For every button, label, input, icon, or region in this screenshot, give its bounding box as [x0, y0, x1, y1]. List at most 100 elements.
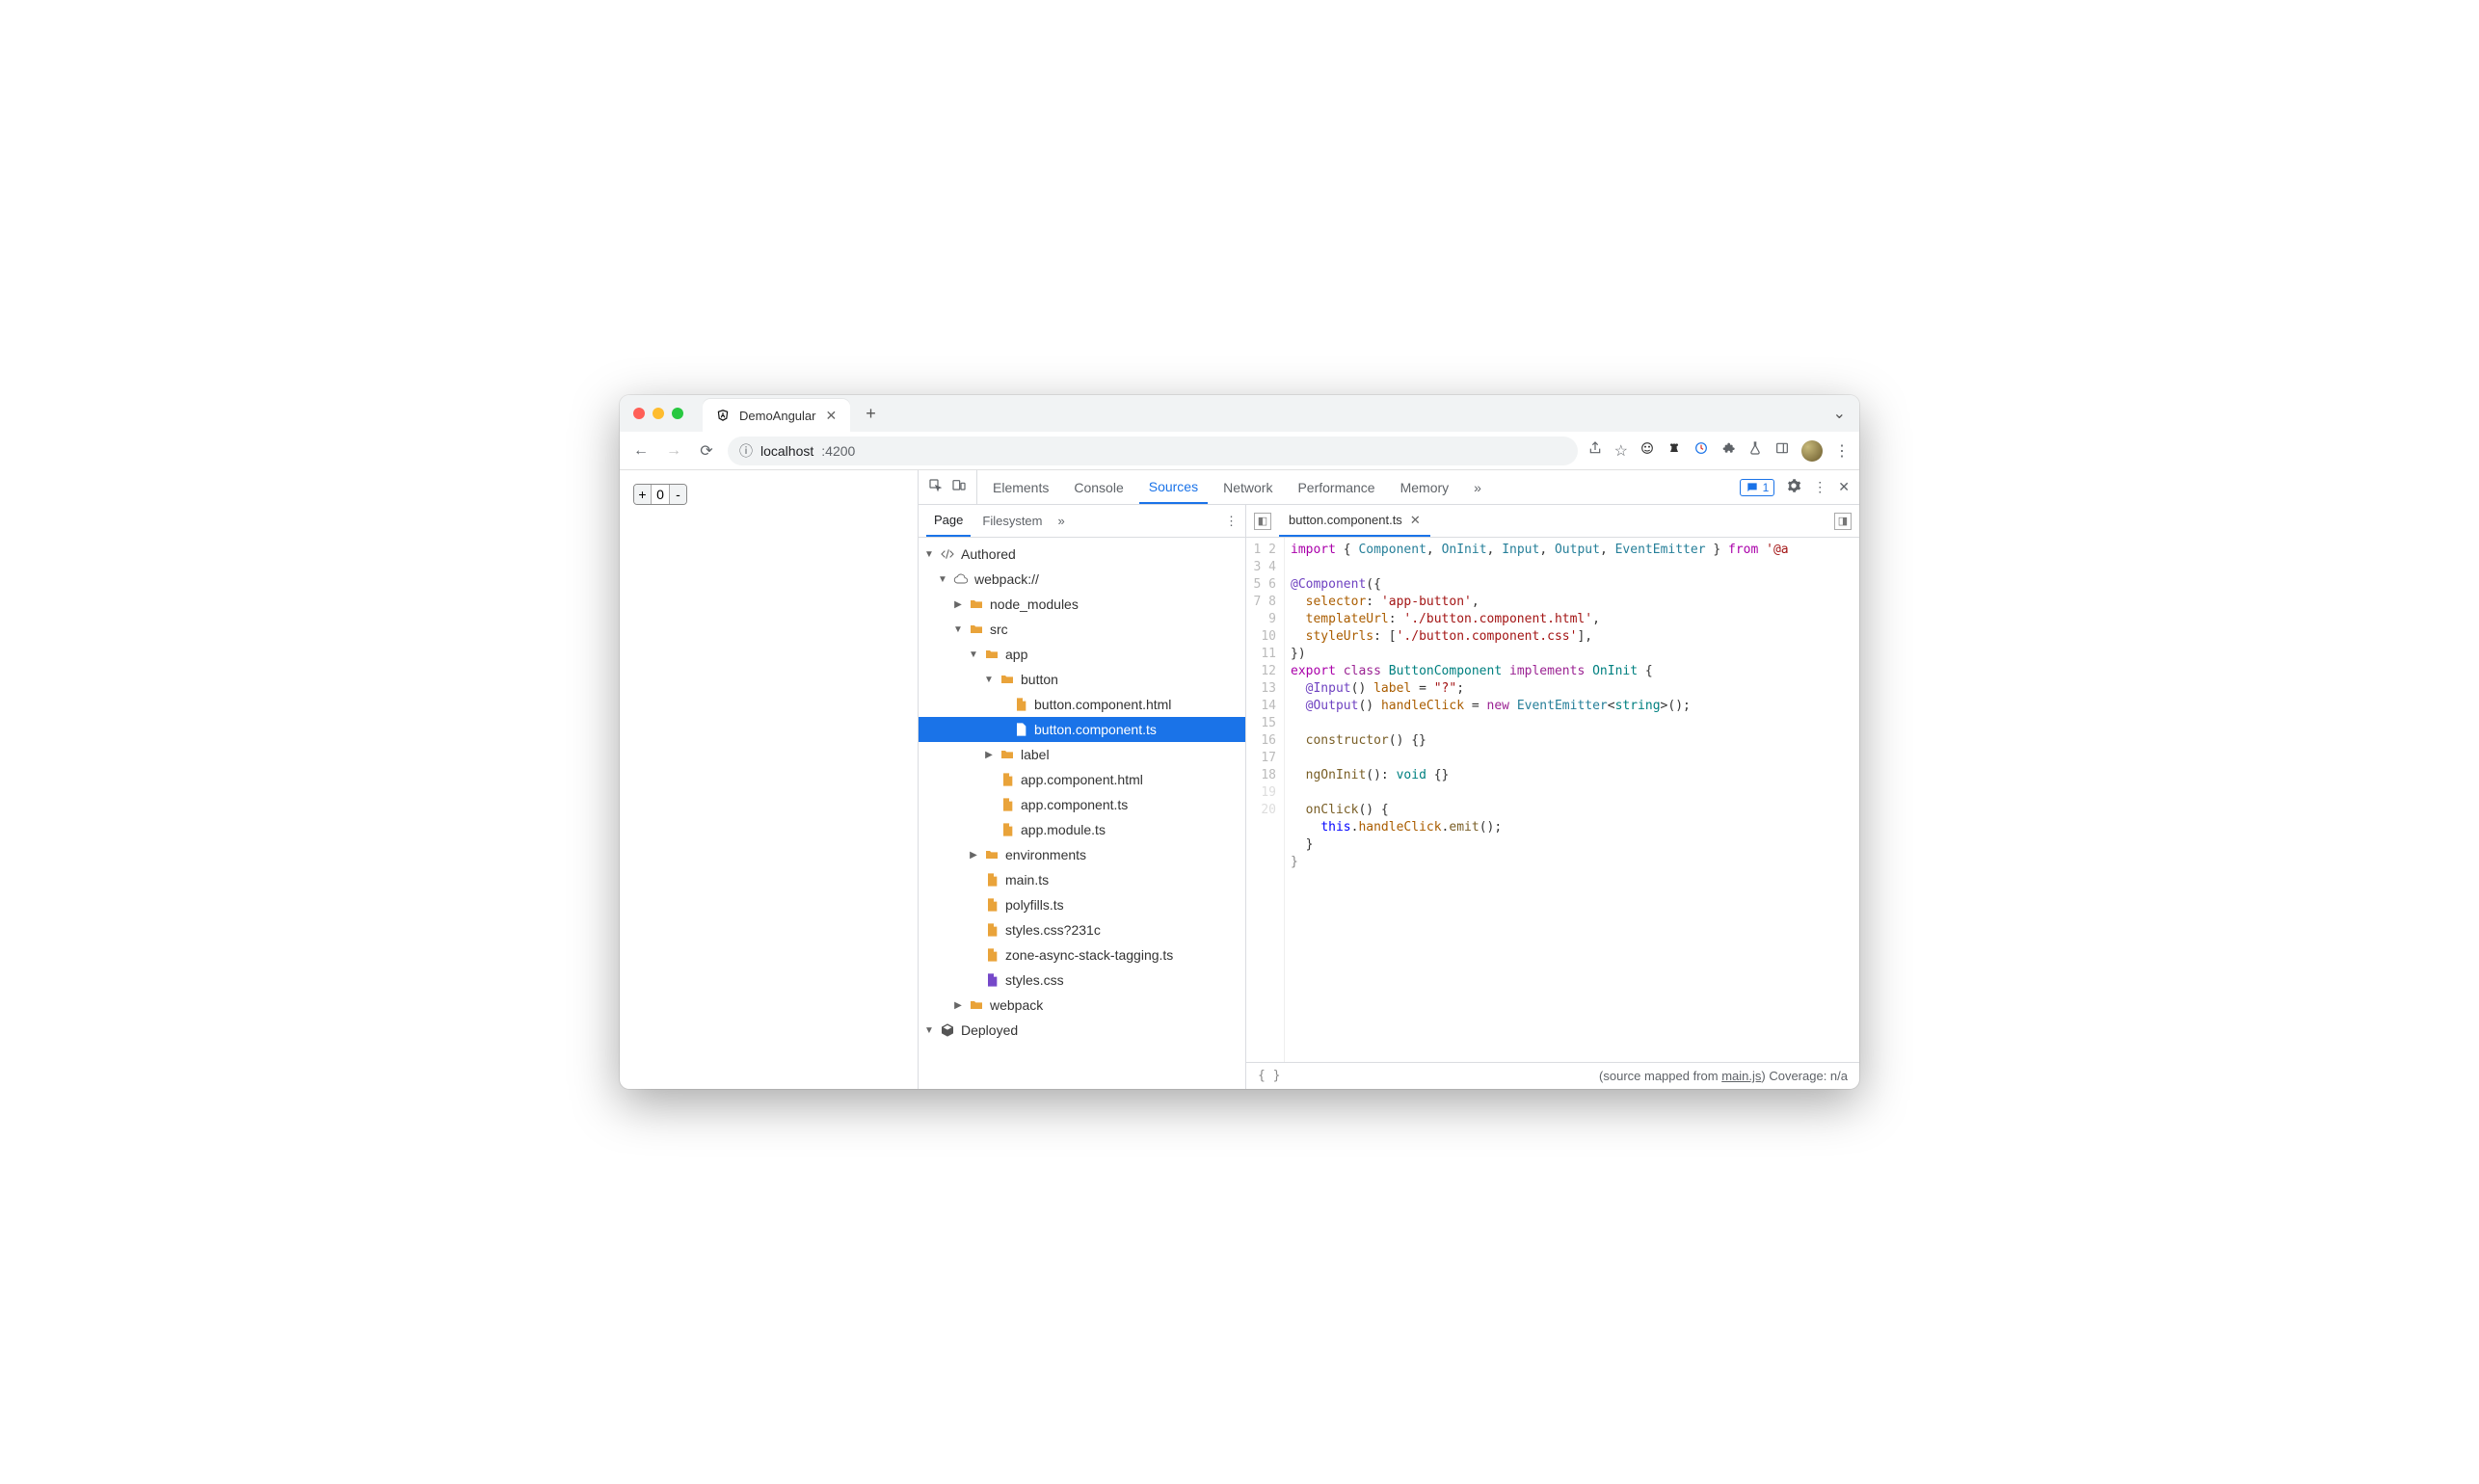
maximize-window-button[interactable]	[672, 408, 683, 419]
tree-label: node_modules	[990, 596, 1079, 612]
tree-file-app-ts[interactable]: app.component.ts	[919, 792, 1245, 817]
editor-tab-label: button.component.ts	[1289, 513, 1402, 527]
extensions-puzzle-icon[interactable]	[1720, 440, 1736, 461]
tab-network[interactable]: Network	[1213, 470, 1282, 504]
bookmark-star-icon[interactable]: ☆	[1614, 441, 1628, 461]
close-tab-button[interactable]: ✕	[826, 408, 838, 424]
profile-avatar[interactable]	[1801, 440, 1823, 462]
tree-label: webpack	[990, 997, 1043, 1013]
counter-value: 0	[652, 485, 669, 504]
extension-icon-2[interactable]	[1666, 440, 1682, 461]
editor-statusbar: { } (source mapped from main.js) Coverag…	[1246, 1062, 1859, 1089]
tree-webpack[interactable]: ▼ webpack://	[919, 567, 1245, 592]
pretty-print-icon[interactable]: { }	[1258, 1069, 1280, 1083]
tree-authored[interactable]: ▼ Authored	[919, 542, 1245, 567]
subtab-filesystem[interactable]: Filesystem	[974, 505, 1050, 537]
subtab-overflow[interactable]: »	[1058, 514, 1065, 528]
tree-label: button	[1021, 672, 1058, 687]
tree-file-button-ts[interactable]: button.component.ts	[919, 717, 1245, 742]
devtools-main-tabs: Elements Console Sources Network Perform…	[919, 470, 1859, 505]
tree-deployed[interactable]: ▼ Deployed	[919, 1018, 1245, 1043]
tree-file-app-html[interactable]: app.component.html	[919, 767, 1245, 792]
tree-webpack-dir[interactable]: ▶ webpack	[919, 993, 1245, 1018]
file-tree: ▼ Authored ▼ webpack:// ▶ node_mo	[919, 538, 1245, 1089]
toolbar-actions: ☆ ⋮	[1587, 440, 1850, 462]
source-map-link[interactable]: main.js	[1721, 1069, 1761, 1083]
inspect-element-icon[interactable]	[928, 478, 944, 496]
tab-memory[interactable]: Memory	[1391, 470, 1459, 504]
subtab-page[interactable]: Page	[926, 505, 971, 537]
tab-sources[interactable]: Sources	[1139, 470, 1208, 504]
close-file-button[interactable]: ✕	[1410, 513, 1421, 528]
tree-label: button.component.ts	[1034, 722, 1157, 737]
content-area: + 0 - Elements Console Sources Network P…	[620, 470, 1859, 1089]
url-host: localhost	[760, 443, 813, 459]
counter-increment-button[interactable]: +	[634, 485, 652, 504]
tree-label: environments	[1005, 847, 1086, 862]
tree-label-folder[interactable]: ▶ label	[919, 742, 1245, 767]
tree-button-folder[interactable]: ▼ button	[919, 667, 1245, 692]
nav-back-button[interactable]: ←	[629, 439, 653, 463]
tree-file-styles[interactable]: styles.css	[919, 967, 1245, 993]
close-window-button[interactable]	[633, 408, 645, 419]
minimize-window-button[interactable]	[653, 408, 664, 419]
browser-menu-icon[interactable]: ⋮	[1834, 441, 1850, 461]
labs-flask-icon[interactable]	[1747, 440, 1763, 461]
tree-file-button-html[interactable]: button.component.html	[919, 692, 1245, 717]
share-icon[interactable]	[1587, 440, 1603, 461]
tab-console[interactable]: Console	[1064, 470, 1133, 504]
code-area[interactable]: 1 2 3 4 5 6 7 8 9 10 11 12 13 14 15 16 1…	[1246, 538, 1859, 1062]
nav-forward-button[interactable]: →	[662, 439, 685, 463]
reload-button[interactable]: ⟳	[695, 439, 718, 463]
tree-label: styles.css	[1005, 972, 1064, 988]
navigator-menu-icon[interactable]: ⋮	[1225, 514, 1238, 529]
address-bar[interactable]: ⓘ localhost :4200	[728, 437, 1578, 465]
browser-toolbar: ← → ⟳ ⓘ localhost :4200 ☆ ⋮	[620, 432, 1859, 470]
site-info-icon[interactable]: ⓘ	[739, 441, 753, 461]
tree-file-app-module[interactable]: app.module.ts	[919, 817, 1245, 842]
new-tab-button[interactable]: +	[858, 404, 884, 424]
devtools-panel: Elements Console Sources Network Perform…	[919, 470, 1859, 1089]
tab-overflow[interactable]: »	[1464, 470, 1491, 504]
tab-elements[interactable]: Elements	[983, 470, 1058, 504]
tree-environments[interactable]: ▶ environments	[919, 842, 1245, 867]
tabs-dropdown-button[interactable]: ⌄	[1833, 404, 1846, 423]
toggle-navigator-icon[interactable]: ◧	[1254, 513, 1271, 530]
tree-file-polyfills[interactable]: polyfills.ts	[919, 892, 1245, 917]
tree-label: button.component.html	[1034, 697, 1171, 712]
tab-performance[interactable]: Performance	[1288, 470, 1384, 504]
line-gutter: 1 2 3 4 5 6 7 8 9 10 11 12 13 14 15 16 1…	[1246, 538, 1285, 1062]
tree-label: Deployed	[961, 1022, 1018, 1038]
code-content[interactable]: import { Component, OnInit, Input, Outpu…	[1285, 538, 1859, 1062]
settings-gear-icon[interactable]	[1786, 478, 1801, 496]
tree-file-zone[interactable]: zone-async-stack-tagging.ts	[919, 942, 1245, 967]
side-panel-icon[interactable]	[1774, 440, 1790, 461]
device-toolbar-icon[interactable]	[951, 478, 967, 496]
url-port: :4200	[821, 443, 855, 459]
devtools-menu-icon[interactable]: ⋮	[1813, 479, 1826, 495]
extension-icon-1[interactable]	[1639, 440, 1655, 461]
tree-src[interactable]: ▼ src	[919, 617, 1245, 642]
counter-decrement-button[interactable]: -	[669, 485, 686, 504]
tree-label: app	[1005, 647, 1027, 662]
titlebar: DemoAngular ✕ + ⌄	[620, 395, 1859, 432]
editor-tab[interactable]: button.component.ts ✕	[1279, 505, 1430, 537]
tree-label: webpack://	[974, 571, 1039, 587]
webpage-viewport: + 0 -	[620, 470, 919, 1089]
tree-node-modules[interactable]: ▶ node_modules	[919, 592, 1245, 617]
tree-file-styles-q[interactable]: styles.css?231c	[919, 917, 1245, 942]
tree-label: label	[1021, 747, 1050, 762]
tree-app[interactable]: ▼ app	[919, 642, 1245, 667]
angular-icon	[716, 409, 730, 422]
toggle-debugger-icon[interactable]: ◨	[1834, 513, 1852, 530]
tree-label: app.component.html	[1021, 772, 1143, 787]
browser-tab[interactable]: DemoAngular ✕	[703, 399, 850, 432]
devtools-body: Page Filesystem » ⋮ ▼ Authored ▼	[919, 505, 1859, 1089]
issues-button[interactable]: 1	[1740, 479, 1775, 496]
tree-label: src	[990, 622, 1008, 637]
devtools-close-icon[interactable]: ✕	[1838, 479, 1850, 495]
code-editor: ◧ button.component.ts ✕ ◨ 1 2 3 4 5 6 7 …	[1246, 505, 1859, 1089]
tree-label: polyfills.ts	[1005, 897, 1064, 913]
tree-file-main[interactable]: main.ts	[919, 867, 1245, 892]
extension-icon-3[interactable]	[1693, 440, 1709, 461]
